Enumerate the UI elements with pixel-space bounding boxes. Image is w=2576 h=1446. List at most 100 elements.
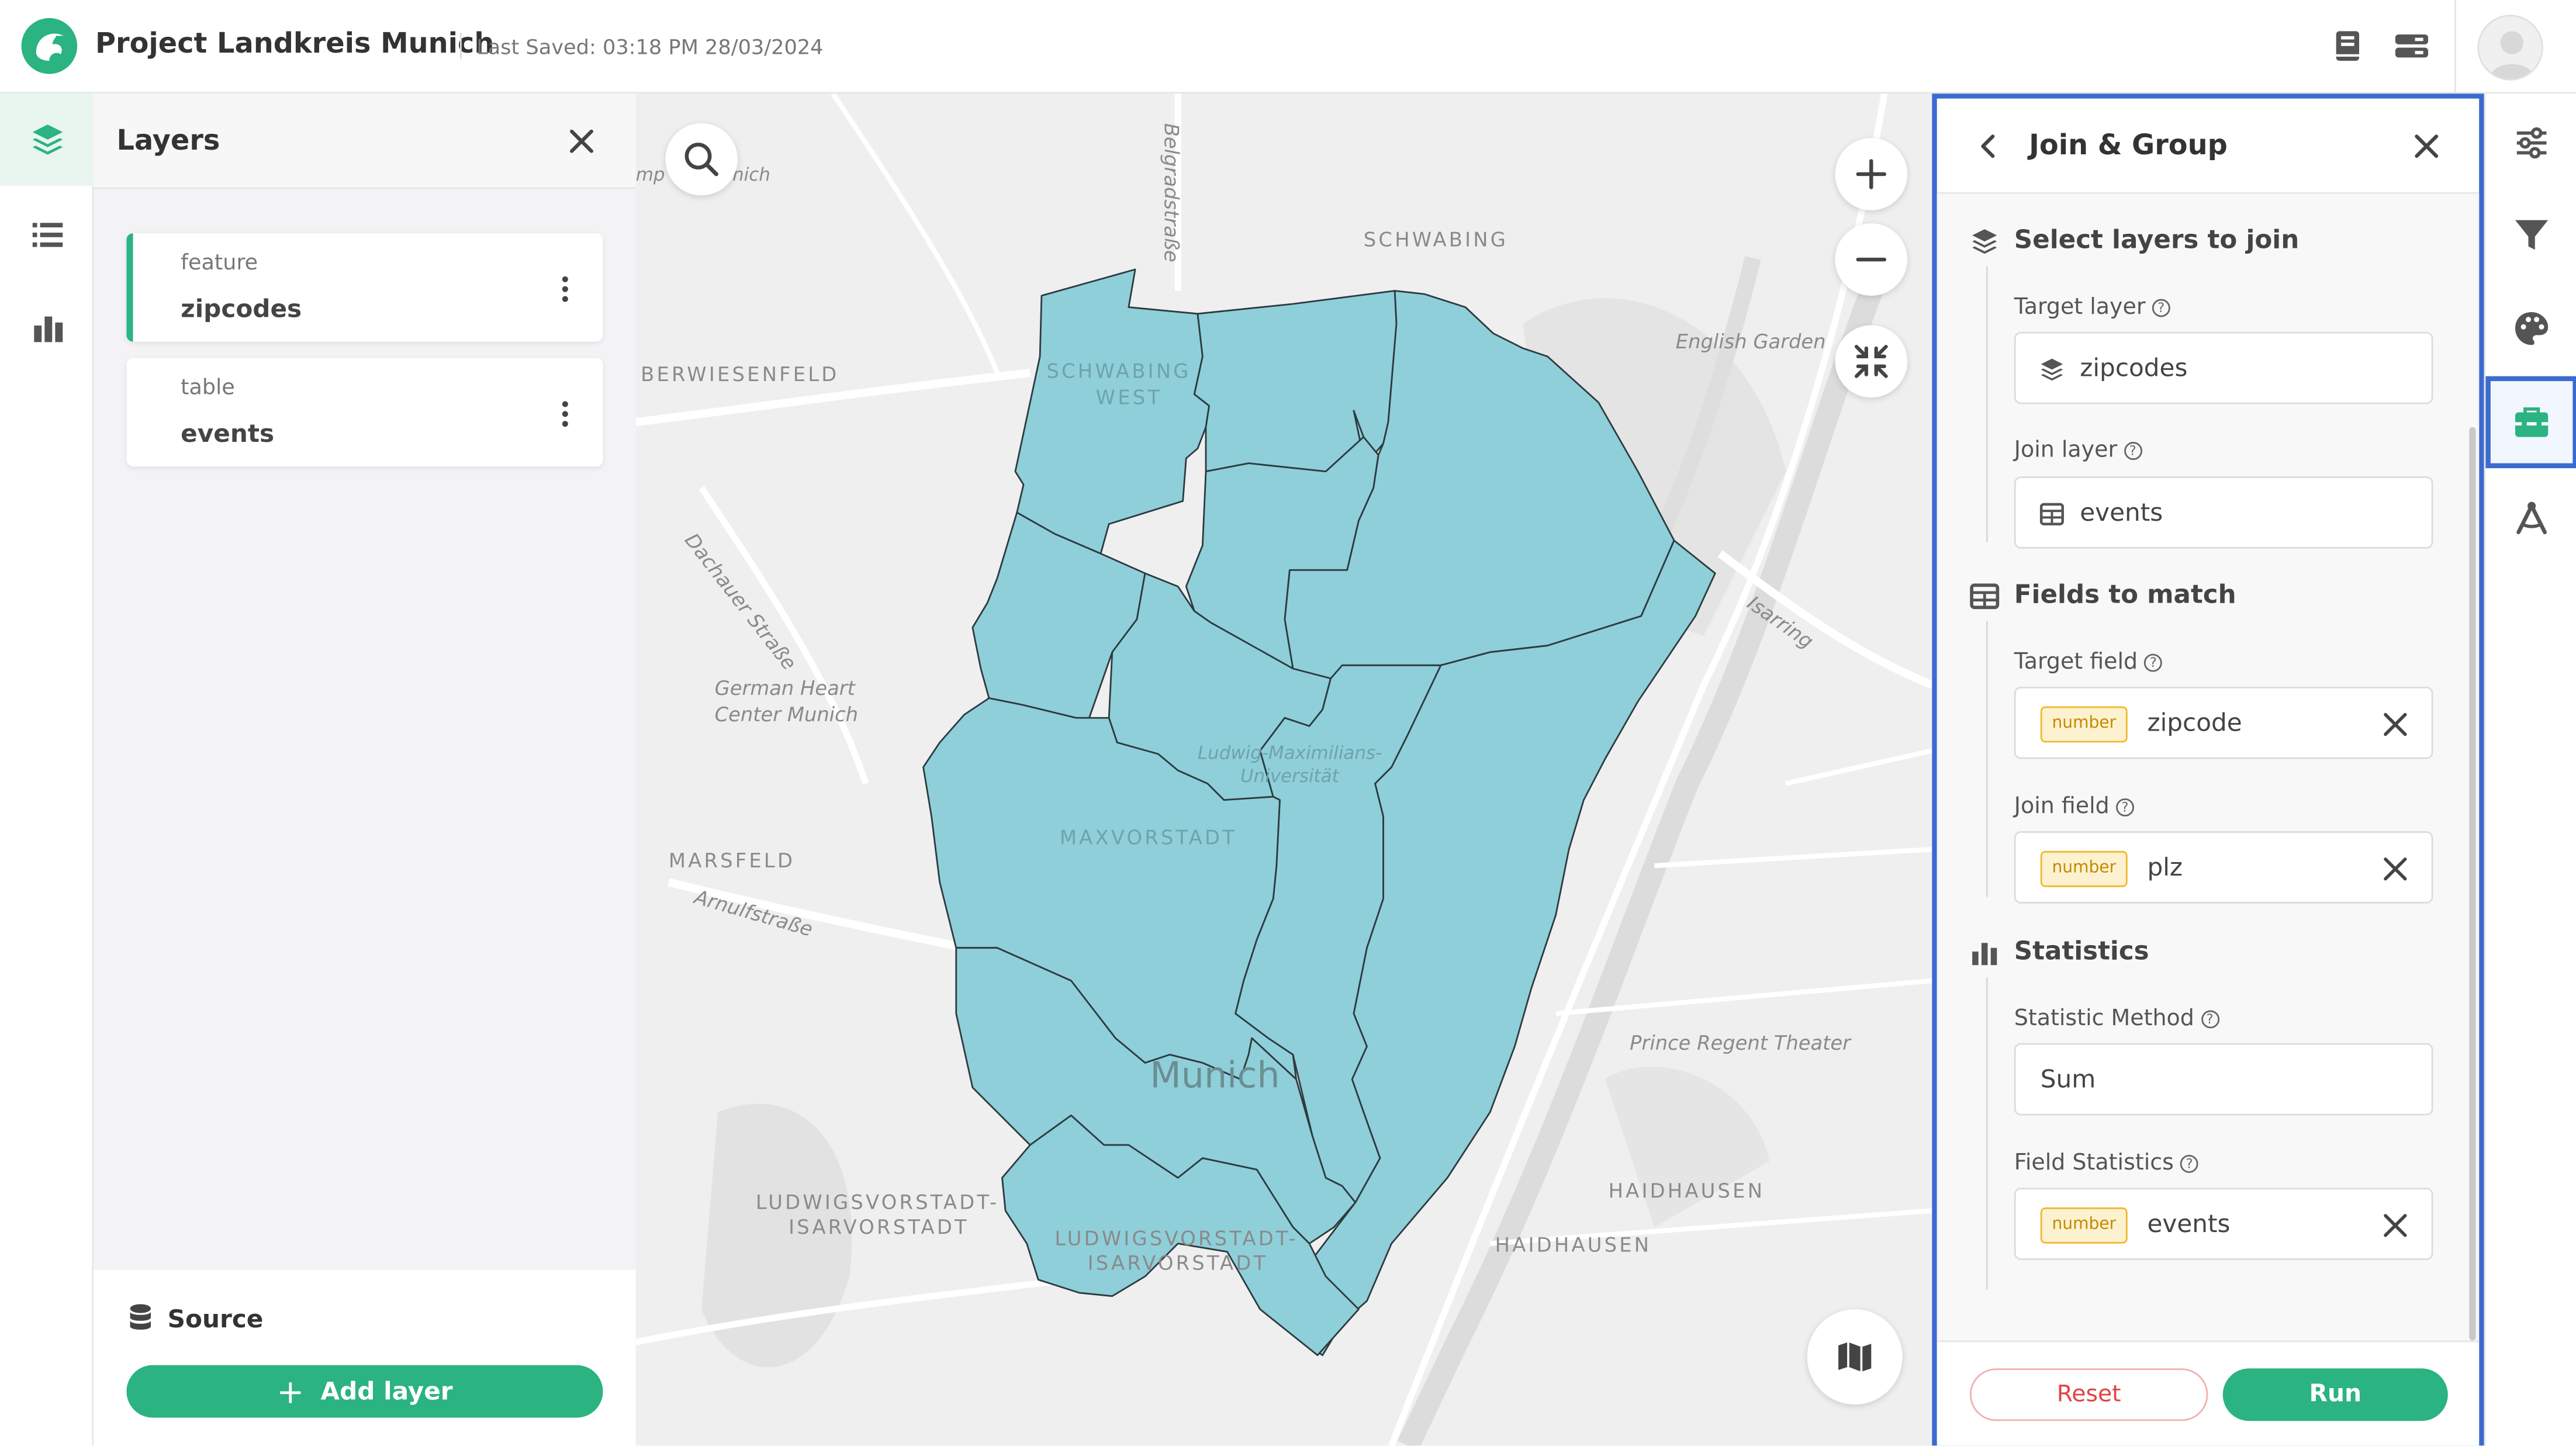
sliders-icon [2516, 127, 2547, 159]
map-canvas[interactable]: SCHWABING SCHWABING WEST BERWIESENFELD E… [635, 94, 1932, 1446]
section-title-fields-to-match: Fields to match [2014, 580, 2236, 610]
section-connector [1986, 977, 1988, 1290]
target-field-value: zipcode [2147, 708, 2242, 738]
join-group-footer: Reset Run [1937, 1340, 2480, 1446]
add-layer-button[interactable]: + Add layer [126, 1365, 603, 1418]
help-icon[interactable]: ? [2115, 798, 2134, 817]
layer-item-zipcodes[interactable]: feature zipcodes [126, 233, 603, 342]
basemap-button[interactable] [1807, 1309, 1903, 1405]
app-root: Project Landkreis Munich Last Saved: 03:… [0, 0, 2576, 1446]
fullscreen-exit-button[interactable] [1835, 325, 1908, 398]
layer-name-label: events [181, 418, 275, 449]
close-icon[interactable] [2410, 130, 2443, 162]
zipcode-polygons[interactable] [922, 268, 1716, 1357]
zoom-in-button[interactable] [1835, 138, 1908, 210]
number-type-badge: number [2040, 850, 2128, 887]
map-label-isarvorstadt-b: ISARVORSTADT [1087, 1251, 1268, 1275]
statistic-method-value: Sum [2040, 1064, 2096, 1094]
map-label-schwabing-west: SCHWABING [1046, 359, 1191, 383]
more-options-icon[interactable] [551, 273, 580, 306]
join-field-select[interactable]: number plz [2014, 831, 2433, 904]
rail-list-button[interactable] [0, 189, 94, 281]
clear-icon[interactable] [2379, 1209, 2412, 1242]
join-group-body: Select layers to join Target layer? zipc… [1937, 193, 2480, 1341]
list-icon [32, 223, 62, 247]
table-icon [2039, 503, 2064, 525]
run-button[interactable]: Run [2222, 1368, 2448, 1421]
help-icon[interactable]: ? [2124, 442, 2142, 460]
map-label-belgradstrasse: Belgradstraße [1160, 123, 1183, 262]
map-label-isarvorstadt-a: ISARVORSTADT [789, 1215, 969, 1239]
table-icon [1970, 583, 2000, 610]
join-field-label: Join field? [2014, 793, 2134, 820]
field-statistics-select[interactable]: number events [2014, 1188, 2433, 1260]
section-title-statistics: Statistics [2014, 936, 2149, 966]
zoom-out-button[interactable] [1835, 223, 1908, 296]
statistic-method-select[interactable]: Sum [2014, 1043, 2433, 1116]
clear-icon[interactable] [2379, 708, 2412, 741]
clear-icon[interactable] [2379, 853, 2412, 885]
help-icon[interactable]: ? [2201, 1010, 2219, 1029]
layer-item-events[interactable]: table events [126, 358, 603, 467]
map-label-haidhausen-2: HAIDHAUSEN [1495, 1233, 1652, 1257]
layers-icon [2041, 358, 2063, 381]
avatar-divider [2454, 0, 2456, 94]
data-stack-icon[interactable] [2392, 26, 2431, 65]
join-group-header: Join & Group [1937, 99, 2480, 194]
user-avatar-icon[interactable] [2477, 15, 2543, 81]
panel-scrollbar[interactable] [2469, 427, 2476, 1341]
database-icon [130, 1304, 151, 1330]
field-statistics-value: events [2147, 1209, 2231, 1239]
target-layer-label-text: Target layer [2014, 294, 2146, 321]
target-layer-label: Target layer? [2014, 294, 2170, 320]
map-label-prince-regent: Prince Regent Theater [1630, 1032, 1851, 1055]
map-label-english-garden: English Garden [1675, 330, 1826, 354]
join-layer-label-text: Join layer [2014, 437, 2118, 463]
target-layer-value: zipcodes [2080, 353, 2188, 383]
source-section: Source + Add layer [94, 1269, 636, 1446]
join-field-value: plz [2147, 852, 2183, 883]
filter-icon [2515, 220, 2549, 250]
rail-toolbox-button[interactable] [2485, 376, 2576, 469]
search-icon [684, 143, 718, 177]
drafting-compass-icon [2516, 501, 2547, 535]
join-layer-select[interactable]: events [2014, 476, 2433, 549]
join-field-label-text: Join field [2014, 793, 2110, 820]
rail-charts-button[interactable] [0, 282, 94, 374]
book-icon[interactable] [2328, 26, 2367, 65]
map-label-haidhausen: HAIDHAUSEN [1608, 1179, 1765, 1203]
left-nav-rail [0, 94, 94, 1446]
app-logo-icon[interactable] [20, 16, 79, 75]
rail-filter-button[interactable] [2485, 189, 2576, 281]
layer-name-label: zipcodes [181, 294, 302, 324]
join-group-title: Join & Group [2029, 130, 2228, 163]
more-options-icon[interactable] [551, 397, 580, 430]
zoom-in-icon [1856, 159, 1886, 189]
target-field-select[interactable]: number zipcode [2014, 686, 2433, 759]
help-icon[interactable]: ? [2180, 1154, 2199, 1173]
last-saved-text: Last Saved: 03:18 PM 28/03/2024 [476, 34, 824, 60]
rail-layers-button[interactable] [0, 94, 94, 186]
map-label-munich: Munich [1150, 1056, 1280, 1098]
help-icon[interactable]: ? [2144, 653, 2163, 672]
target-layer-select[interactable]: zipcodes [2014, 331, 2433, 404]
add-layer-label: Add layer [320, 1376, 453, 1406]
close-icon[interactable] [565, 125, 598, 158]
help-icon[interactable]: ? [2152, 299, 2170, 317]
target-field-label-text: Target field [2014, 649, 2138, 676]
map-search-button[interactable] [665, 123, 738, 196]
project-title[interactable]: Project Landkreis Munich [95, 28, 494, 61]
rail-properties-button[interactable] [2485, 97, 2576, 189]
join-layer-label: Join layer? [2014, 437, 2142, 463]
right-tools-rail [2484, 94, 2576, 1446]
back-arrow-icon[interactable] [1973, 132, 2003, 161]
map-label-ludwigsvorstadt-a: LUDWIGSVORSTADT- [755, 1191, 1000, 1215]
layer-type-label: table [181, 376, 235, 401]
rail-style-button[interactable] [2485, 282, 2576, 374]
fullscreen-exit-icon [1854, 344, 1888, 378]
rail-drawing-button[interactable] [2485, 472, 2576, 563]
source-label: Source [167, 1304, 264, 1334]
reset-button[interactable]: Reset [1969, 1368, 2208, 1421]
section-connector [1986, 621, 1988, 897]
map-label-marsfeld: MARSFELD [668, 849, 796, 873]
